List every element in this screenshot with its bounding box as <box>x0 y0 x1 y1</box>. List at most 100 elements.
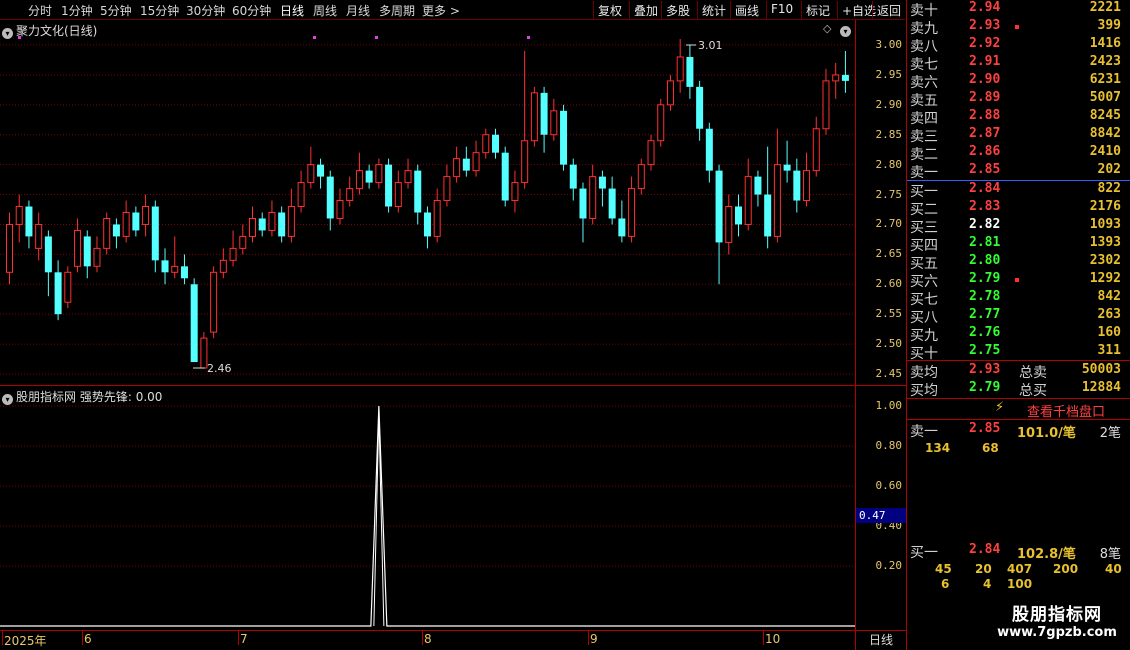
candle-body <box>511 182 519 202</box>
indicator-tick: 0.60 <box>875 479 903 492</box>
candlestick-chart[interactable]: 3.01 2.46 <box>0 20 855 385</box>
candle-body <box>676 56 684 82</box>
indicator-tick: 1.00 <box>875 399 903 412</box>
tab-5[interactable]: 60分钟 <box>232 2 271 19</box>
ask-row[interactable]: 卖七 2.91 2423 <box>907 54 1130 73</box>
order-price: 2.88 <box>969 108 1001 123</box>
tab-10[interactable]: 更多 > <box>422 2 460 19</box>
bid-row[interactable]: 买六 2.79 1292 <box>907 271 1130 290</box>
ask-row[interactable]: 卖九 2.93 399 <box>907 18 1130 37</box>
candle-body <box>385 164 393 207</box>
order-book-panel: 卖十 2.94 2221 卖九 2.93 399 卖八 2.92 1416 卖七 2.91 2423 卖… <box>906 0 1130 650</box>
bid-row[interactable]: 买七 2.78 842 <box>907 289 1130 308</box>
candle-body <box>375 164 383 184</box>
total-label: 总买 <box>1019 383 1047 399</box>
tool-button-4[interactable]: 画线 <box>730 1 763 19</box>
buy1-order: 200 <box>1053 562 1079 576</box>
tab-7[interactable]: 周线 <box>313 2 337 19</box>
avg-price: 2.79 <box>969 380 1001 395</box>
bid-row[interactable]: 买三 2.82 1093 <box>907 217 1130 236</box>
tab-9[interactable]: 多周期 <box>379 2 415 19</box>
watermark-title: 股朋指标网 <box>1012 605 1102 625</box>
candle-body <box>521 140 529 184</box>
bid-row[interactable]: 买九 2.76 160 <box>907 325 1130 344</box>
tab-1[interactable]: 1分钟 <box>61 2 93 19</box>
candle-body <box>803 170 811 202</box>
candle-body <box>307 164 315 184</box>
order-price: 2.81 <box>969 235 1001 250</box>
candle-body <box>492 134 499 153</box>
lightning-icon: ⚡ <box>995 400 1005 415</box>
order-volume: 263 <box>1097 307 1121 322</box>
order-price: 2.75 <box>969 343 1001 358</box>
price-tick: 2.45 <box>875 367 903 380</box>
detail-count: 2笔 <box>1099 426 1121 441</box>
order-volume: 5007 <box>1089 90 1121 105</box>
order-price: 2.77 <box>969 307 1001 322</box>
total-volume: 12884 <box>1081 380 1121 395</box>
settings-icon[interactable]: ▾ <box>840 22 854 37</box>
indicator-chart[interactable] <box>0 386 855 628</box>
order-level-label: 卖九 <box>910 21 938 37</box>
order-volume: 2176 <box>1089 199 1121 214</box>
ask-row[interactable]: 卖三 2.87 8842 <box>907 126 1130 145</box>
candle-body <box>190 284 198 363</box>
ask-row[interactable]: 卖四 2.88 8245 <box>907 108 1130 127</box>
date-label: 7 <box>240 632 248 646</box>
candle-body <box>180 266 188 279</box>
candle-body <box>394 182 402 208</box>
order-level-label: 卖三 <box>910 129 938 145</box>
tool-button-5[interactable]: F10 <box>766 1 797 19</box>
order-volume: 1093 <box>1089 217 1121 232</box>
tool-button-1[interactable]: 叠加 <box>629 1 662 19</box>
chevron-down-icon[interactable]: ▾ <box>2 28 13 39</box>
tool-button-3[interactable]: 统计 <box>697 1 730 19</box>
tab-0[interactable]: 分时 <box>28 2 52 19</box>
price-tick: 2.80 <box>875 157 903 171</box>
ask-row[interactable]: 卖五 2.89 5007 <box>907 90 1130 109</box>
chevron-down-icon[interactable]: ▾ <box>2 394 13 405</box>
tab-4[interactable]: 30分钟 <box>186 2 225 19</box>
bid-row[interactable]: 买四 2.81 1393 <box>907 235 1130 254</box>
detail-avg: 102.8/笔 <box>1017 547 1076 562</box>
bid-row[interactable]: 买五 2.80 2302 <box>907 253 1130 272</box>
bid-row[interactable]: 买八 2.77 263 <box>907 307 1130 326</box>
qiandang-button[interactable]: ⚡ 查看千档盘口 <box>907 400 1130 420</box>
date-tick <box>238 631 239 645</box>
tool-button-6[interactable]: 标记 <box>801 1 834 19</box>
ask-row[interactable]: 卖一 2.85 202 <box>907 162 1130 181</box>
order-level-label: 卖一 <box>910 165 938 181</box>
change-marker <box>1015 25 1019 29</box>
buy1-detail: 买一 2.84 102.8/笔 8笔 <box>907 542 1130 562</box>
bid-row[interactable]: 买一 2.84 822 <box>907 181 1130 200</box>
order-volume: 311 <box>1097 343 1121 358</box>
ask-row[interactable]: 卖八 2.92 1416 <box>907 36 1130 55</box>
diamond-icon[interactable]: ◇ <box>823 22 831 35</box>
candle-body <box>404 170 412 184</box>
ask-row[interactable]: 卖十 2.94 2221 <box>907 0 1130 19</box>
order-level-label: 卖八 <box>910 39 938 55</box>
tab-8[interactable]: 月线 <box>346 2 370 19</box>
signal-marker <box>375 36 378 39</box>
bid-row[interactable]: 买十 2.75 311 <box>907 343 1130 362</box>
total-label: 总卖 <box>1019 365 1047 381</box>
bid-row[interactable]: 买二 2.83 2176 <box>907 199 1130 218</box>
tool-button-0[interactable]: 复权 <box>593 1 626 19</box>
candle-body <box>278 212 286 237</box>
tool-button-8[interactable]: 返回 <box>872 1 905 19</box>
ask-row[interactable]: 卖六 2.90 6231 <box>907 72 1130 91</box>
tab-3[interactable]: 15分钟 <box>140 2 179 19</box>
ask-row[interactable]: 卖二 2.86 2410 <box>907 144 1130 163</box>
period-label[interactable]: 日线 <box>855 630 906 650</box>
price-tick: 2.85 <box>875 127 903 141</box>
order-level-label: 卖二 <box>910 147 938 163</box>
order-volume: 1416 <box>1089 36 1121 51</box>
tool-button-2[interactable]: 多股 <box>661 1 694 19</box>
indicator-value: 强势先锋: 0.00 <box>79 390 163 404</box>
tab-6[interactable]: 日线 <box>280 2 304 19</box>
price-axis: 3.00 2.95 2.90 2.85 2.80 2.75 2.70 2.65 2.60 2.55… <box>855 20 906 385</box>
avg-label: 买均 <box>910 383 938 399</box>
order-price: 2.86 <box>969 144 1001 159</box>
candle-body <box>317 164 325 177</box>
tab-2[interactable]: 5分钟 <box>100 2 132 19</box>
